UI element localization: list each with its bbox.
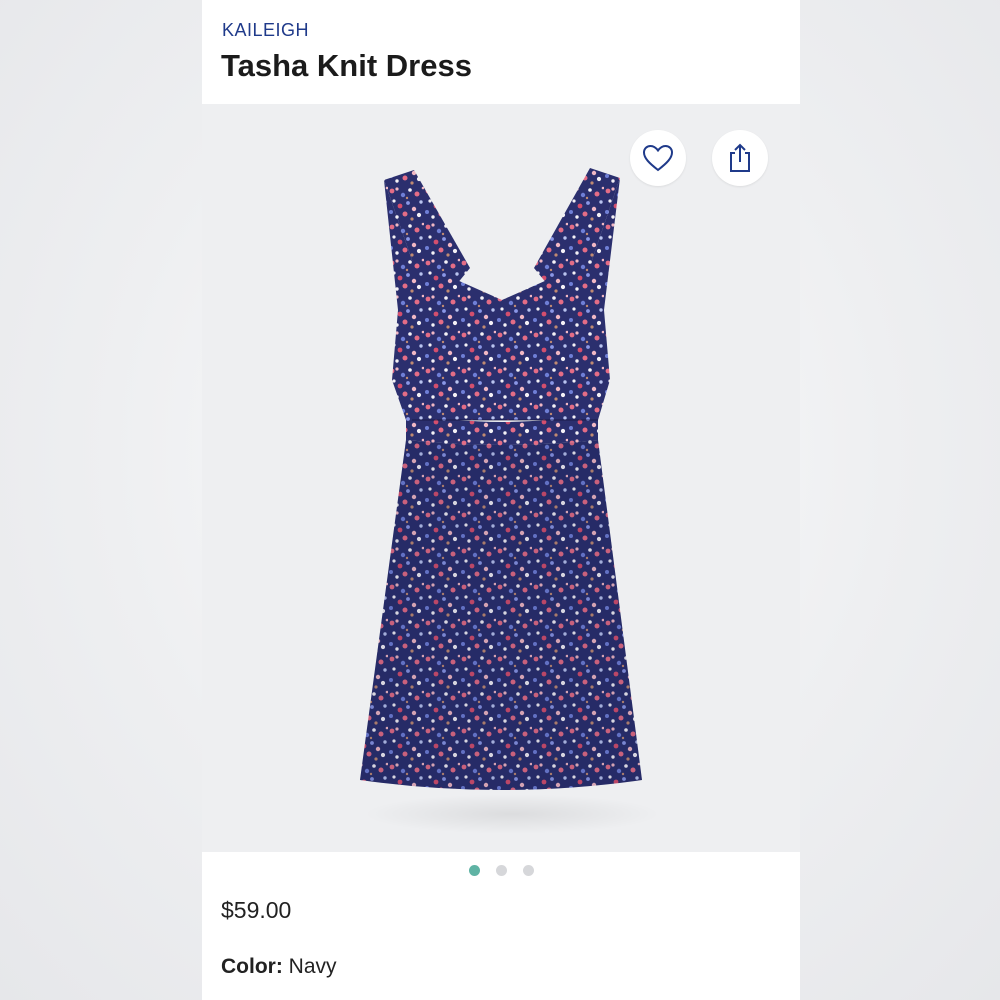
carousel-dot[interactable] <box>495 864 507 876</box>
color-value: Navy <box>288 955 337 978</box>
carousel-dot[interactable] <box>468 864 480 876</box>
carousel-dot[interactable] <box>522 864 534 876</box>
share-button[interactable] <box>712 130 768 186</box>
product-price: $59.00 <box>221 897 292 923</box>
product-image-carousel[interactable] <box>202 104 800 852</box>
color-label: Color: <box>221 955 283 978</box>
share-icon <box>730 143 750 172</box>
carousel-indicators <box>202 862 800 878</box>
dress-image <box>360 168 642 790</box>
color-selection: Color: Navy <box>221 955 337 979</box>
product-title: Tasha Knit Dress <box>221 48 472 83</box>
brand-name[interactable]: KAILEIGH <box>222 20 309 41</box>
heart-outline-icon <box>642 144 674 172</box>
product-card: KAILEIGH Tasha Knit Dress $59.00 Color: … <box>202 0 800 1000</box>
favorite-button[interactable] <box>630 130 686 186</box>
